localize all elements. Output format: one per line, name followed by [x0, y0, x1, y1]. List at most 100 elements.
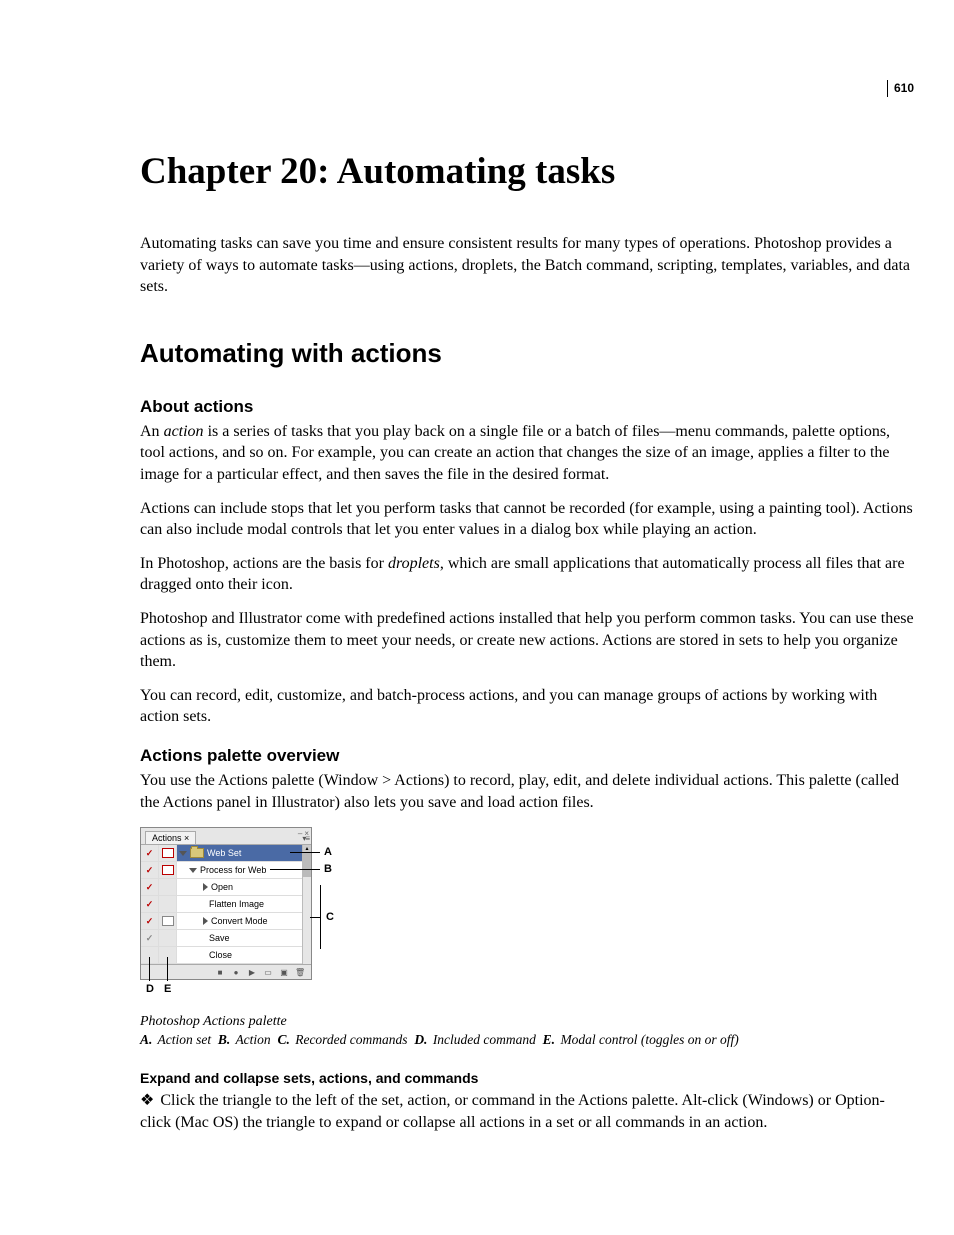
palette-tab: Actions × [145, 831, 196, 844]
command-content: Save [177, 930, 311, 946]
command-label: Close [209, 950, 232, 960]
section-heading: Automating with actions [140, 338, 914, 369]
intro-paragraph: Automating tasks can save you time and e… [140, 233, 914, 298]
folder-icon [190, 848, 204, 858]
legend-val: Action set [158, 1032, 212, 1047]
text: is a series of tasks that you play back … [140, 423, 890, 483]
dialog-icon [162, 865, 174, 875]
command-row: ✓ Flatten Image [141, 896, 311, 913]
figure-legend: A. Action set B. Action C. Recorded comm… [140, 1032, 914, 1048]
disclosure-triangle-icon [203, 917, 208, 925]
check-icon: ✓ [146, 882, 154, 893]
modal-toggle [159, 845, 177, 861]
leader-line [270, 869, 320, 870]
palette-body: ✓ Web Set ✓ Process for Web [141, 844, 311, 964]
include-check: ✓ [141, 913, 159, 929]
figure-caption: Photoshop Actions palette [140, 1014, 914, 1030]
leader-line [290, 852, 320, 853]
stop-icon: ■ [215, 968, 225, 976]
modal-toggle [159, 862, 177, 878]
palette-titlebar: Actions × –× ▾≡ [141, 828, 311, 844]
callout-c: C [326, 911, 334, 923]
command-content: Close [177, 947, 311, 963]
page: 610 Chapter 20: Automating tasks Automat… [0, 0, 954, 1205]
include-check: ✓ [141, 879, 159, 895]
emphasis-action: action [164, 423, 204, 440]
leader-line [320, 885, 321, 949]
page-number: 610 [887, 80, 914, 97]
overview-heading: Actions palette overview [140, 746, 914, 766]
expand-bullet: ❖Click the triangle to the left of the s… [140, 1090, 914, 1133]
modal-toggle [159, 930, 177, 946]
command-row: ✓ Open [141, 879, 311, 896]
check-icon: ✓ [146, 848, 154, 859]
command-row: ✓ Save [141, 930, 311, 947]
command-content: Convert Mode [177, 913, 311, 929]
command-label: Convert Mode [211, 916, 268, 926]
modal-toggle [159, 896, 177, 912]
text: An [140, 423, 164, 440]
about-heading: About actions [140, 397, 914, 417]
include-check: ✓ [141, 896, 159, 912]
dialog-icon [162, 916, 174, 926]
legend-val: Modal control (toggles on or off) [560, 1032, 738, 1047]
palette-menu-icon: ▾≡ [302, 834, 309, 843]
new-set-icon: ▭ [263, 968, 273, 976]
disclosure-triangle-icon [179, 851, 187, 856]
about-paragraph-2: Actions can include stops that let you p… [140, 498, 914, 541]
command-content: Open [177, 879, 311, 895]
callout-b: B [324, 863, 332, 875]
include-check: ✓ [141, 845, 159, 861]
legend-key: C. [277, 1032, 289, 1047]
emphasis-droplets: droplets [388, 555, 440, 572]
about-paragraph-3: In Photoshop, actions are the basis for … [140, 553, 914, 596]
include-check: ✓ [141, 930, 159, 946]
command-label: Open [211, 882, 233, 892]
legend-key: B. [218, 1032, 230, 1047]
legend-key: E. [543, 1032, 555, 1047]
new-action-icon: ▣ [279, 968, 289, 976]
callout-d: D [146, 983, 154, 995]
legend-val: Action [235, 1032, 270, 1047]
include-check: ✓ [141, 862, 159, 878]
overview-paragraph: You use the Actions palette (Window > Ac… [140, 770, 914, 813]
actions-palette: Actions × –× ▾≡ ✓ Web Set ✓ [140, 827, 312, 980]
expand-heading: Expand and collapse sets, actions, and c… [140, 1070, 914, 1086]
set-content: Web Set [177, 845, 311, 861]
dialog-icon [162, 848, 174, 858]
check-icon: ✓ [146, 933, 154, 944]
actions-palette-figure: Actions × –× ▾≡ ✓ Web Set ✓ [140, 827, 350, 980]
action-row: ✓ Process for Web [141, 862, 311, 879]
about-paragraph-5: You can record, edit, customize, and bat… [140, 685, 914, 728]
bullet-text: Click the triangle to the left of the se… [140, 1092, 885, 1131]
legend-key: A. [140, 1032, 152, 1047]
check-icon: ✓ [146, 916, 154, 927]
play-icon: ▶ [247, 968, 257, 976]
command-row: ✓ Convert Mode [141, 913, 311, 930]
bullet-icon: ❖ [140, 1090, 154, 1112]
about-paragraph-4: Photoshop and Illustrator come with pred… [140, 608, 914, 673]
set-label: Web Set [207, 848, 241, 858]
record-icon: ● [231, 968, 241, 976]
legend-key: D. [414, 1032, 427, 1047]
command-label: Flatten Image [209, 899, 264, 909]
command-content: Flatten Image [177, 896, 311, 912]
leader-line [310, 917, 320, 918]
action-content: Process for Web [177, 862, 311, 878]
include-check [141, 947, 159, 963]
scroll-thumb [303, 853, 311, 877]
command-label: Save [209, 933, 230, 943]
scrollbar: ▴ [302, 845, 311, 964]
legend-val: Included command [433, 1032, 536, 1047]
check-icon: ✓ [146, 899, 154, 910]
leader-line [167, 957, 168, 981]
modal-toggle [159, 947, 177, 963]
legend-val: Recorded commands [295, 1032, 407, 1047]
modal-toggle [159, 913, 177, 929]
leader-line [149, 957, 150, 981]
disclosure-triangle-icon [189, 868, 197, 873]
about-paragraph-1: An action is a series of tasks that you … [140, 421, 914, 486]
callout-e: E [164, 983, 171, 995]
action-label: Process for Web [200, 865, 266, 875]
disclosure-triangle-icon [203, 883, 208, 891]
